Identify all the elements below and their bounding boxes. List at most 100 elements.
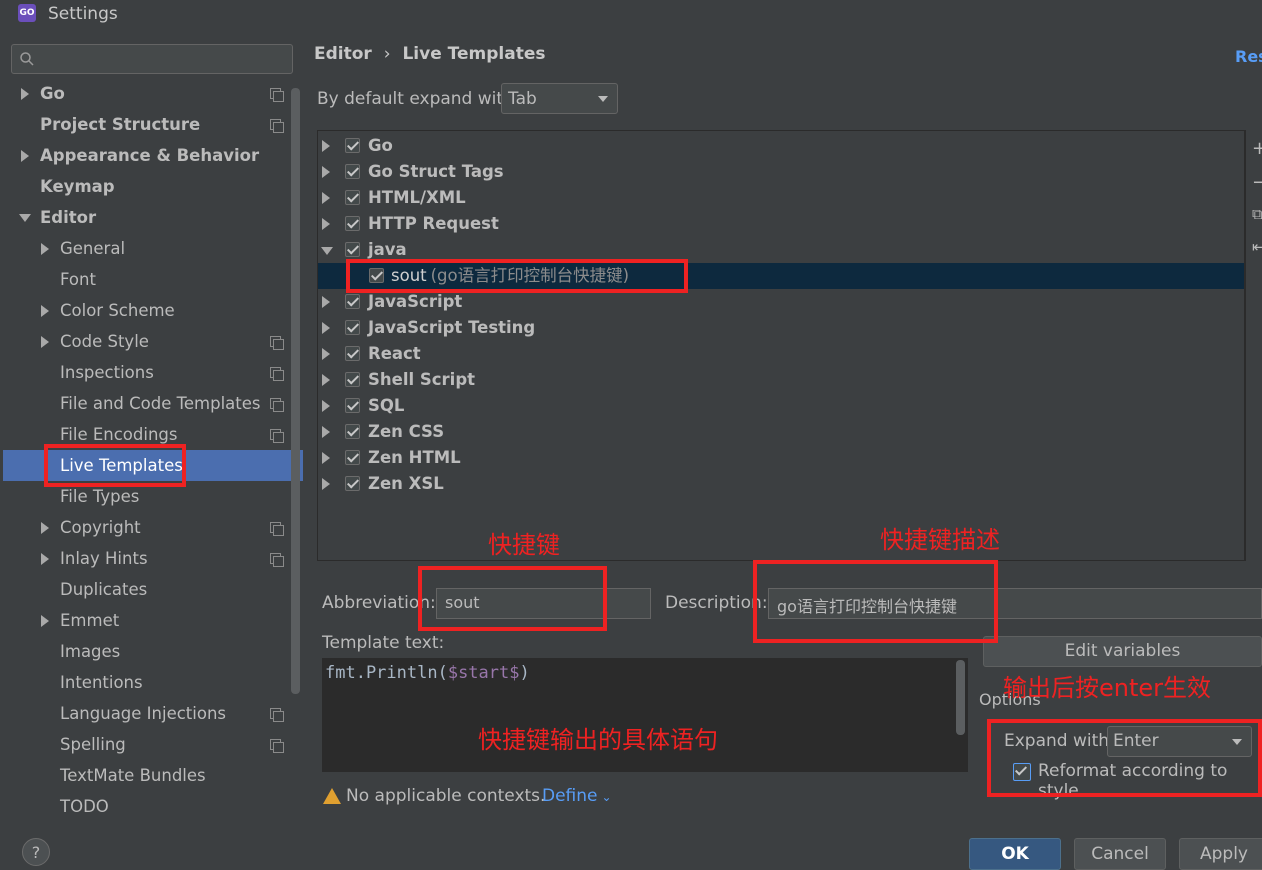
chevron-right-icon[interactable]: [41, 522, 49, 534]
apply-button[interactable]: Apply: [1179, 838, 1262, 870]
sidebar-item[interactable]: General: [60, 233, 125, 264]
chevron-right-icon[interactable]: [322, 478, 330, 490]
sidebar-item[interactable]: Font: [60, 264, 96, 295]
help-button[interactable]: ?: [22, 838, 50, 866]
sidebar-scrollbar[interactable]: [291, 88, 300, 694]
sidebar-item-label: File and Code Templates: [60, 394, 261, 413]
group-checkbox[interactable]: [345, 164, 360, 179]
group-checkbox[interactable]: [345, 450, 360, 465]
sidebar-item[interactable]: Go: [40, 78, 65, 109]
group-checkbox[interactable]: [345, 476, 360, 491]
search-input[interactable]: [11, 44, 293, 74]
sidebar-item-label: TextMate Bundles: [60, 766, 206, 785]
group-checkbox[interactable]: [345, 346, 360, 361]
template-group-row[interactable]: HTML/XML: [368, 185, 466, 211]
sidebar-item-label: Project Structure: [40, 115, 201, 134]
sidebar-item[interactable]: Inlay Hints: [60, 543, 148, 574]
chevron-down-icon[interactable]: [321, 247, 333, 255]
group-checkbox[interactable]: [345, 372, 360, 387]
sidebar-item[interactable]: Keymap: [40, 171, 115, 202]
template-group-row[interactable]: Zen CSS: [368, 419, 444, 445]
sidebar-item-label: General: [60, 239, 126, 258]
warning-icon: [323, 788, 341, 804]
chevron-right-icon[interactable]: [21, 88, 29, 100]
sidebar-item[interactable]: Appearance & Behavior: [40, 140, 259, 171]
annotation-shortcut-desc: 快捷键描述: [880, 526, 1000, 554]
sidebar-item[interactable]: Copyright: [60, 512, 141, 543]
template-group-label: Go: [368, 136, 393, 155]
chevron-right-icon[interactable]: [322, 166, 330, 178]
sidebar-item[interactable]: Language Injections: [60, 698, 226, 729]
project-scope-icon: [270, 739, 284, 753]
remove-icon[interactable]: −: [1252, 172, 1262, 193]
sidebar-item[interactable]: Code Style: [60, 326, 149, 357]
edit-variables-button[interactable]: Edit variables: [983, 636, 1262, 667]
template-group-row[interactable]: Shell Script: [368, 367, 475, 393]
chevron-down-icon[interactable]: [19, 214, 31, 222]
template-group-row[interactable]: React: [368, 341, 421, 367]
sidebar-item[interactable]: Color Scheme: [60, 295, 175, 326]
ok-button[interactable]: OK: [969, 838, 1061, 870]
chevron-right-icon[interactable]: [322, 192, 330, 204]
highlight-live-templates: [44, 444, 186, 487]
sidebar-item[interactable]: Duplicates: [60, 574, 147, 605]
chevron-right-icon[interactable]: [41, 305, 49, 317]
sidebar-item[interactable]: File and Code Templates: [60, 388, 261, 419]
sidebar-item-label: Language Injections: [60, 704, 227, 723]
group-checkbox[interactable]: [345, 320, 360, 335]
group-checkbox[interactable]: [345, 216, 360, 231]
sidebar-item-label: Intentions: [60, 673, 143, 692]
sidebar-item[interactable]: Intentions: [60, 667, 143, 698]
add-icon[interactable]: +: [1252, 138, 1262, 159]
sidebar-item[interactable]: Emmet: [60, 605, 119, 636]
sidebar-item[interactable]: Spelling: [60, 729, 126, 760]
sidebar-item[interactable]: Inspections: [60, 357, 154, 388]
chevron-right-icon[interactable]: [21, 150, 29, 162]
sidebar-item-label: Spelling: [60, 735, 126, 754]
chevron-right-icon[interactable]: [322, 296, 330, 308]
code-text: ): [519, 663, 530, 683]
template-group-label: HTML/XML: [368, 188, 466, 207]
group-checkbox[interactable]: [345, 190, 360, 205]
breadcrumb-parent[interactable]: Editor: [314, 44, 372, 64]
sidebar-item[interactable]: Editor: [40, 202, 96, 233]
group-checkbox[interactable]: [345, 138, 360, 153]
reset-link[interactable]: Res: [1235, 47, 1262, 66]
template-group-row[interactable]: Go Struct Tags: [368, 159, 504, 185]
chevron-right-icon[interactable]: [41, 243, 49, 255]
template-group-row[interactable]: SQL: [368, 393, 404, 419]
chevron-right-icon[interactable]: [322, 218, 330, 230]
sidebar-item[interactable]: TODO: [60, 791, 109, 822]
template-group-row[interactable]: Zen XSL: [368, 471, 444, 497]
chevron-right-icon[interactable]: [322, 140, 330, 152]
group-checkbox[interactable]: [345, 424, 360, 439]
chevron-right-icon[interactable]: [322, 426, 330, 438]
template-group-row[interactable]: Zen HTML: [368, 445, 461, 471]
group-checkbox[interactable]: [345, 242, 360, 257]
template-group-row[interactable]: HTTP Request: [368, 211, 499, 237]
chevron-right-icon[interactable]: [322, 452, 330, 464]
sidebar-item[interactable]: Images: [60, 636, 120, 667]
copy-icon[interactable]: ⧉: [1252, 205, 1262, 223]
template-group-row[interactable]: Go: [368, 133, 393, 159]
chevron-right-icon[interactable]: [41, 336, 49, 348]
define-link[interactable]: Define ⌄: [542, 786, 612, 806]
template-group-row[interactable]: JavaScript Testing: [368, 315, 535, 341]
group-checkbox[interactable]: [345, 398, 360, 413]
template-scrollbar[interactable]: [956, 660, 965, 735]
sidebar-item[interactable]: TextMate Bundles: [60, 760, 206, 791]
warning-text: No applicable contexts.: [346, 786, 546, 806]
chevron-right-icon[interactable]: [322, 400, 330, 412]
cancel-button[interactable]: Cancel: [1074, 838, 1166, 870]
chevron-right-icon[interactable]: [41, 615, 49, 627]
sidebar-item[interactable]: Project Structure: [40, 109, 200, 140]
group-checkbox[interactable]: [345, 294, 360, 309]
restore-icon[interactable]: ⇤: [1252, 238, 1262, 256]
chevron-right-icon[interactable]: [322, 374, 330, 386]
project-scope-icon: [270, 336, 284, 350]
app-icon: GO: [18, 4, 36, 22]
chevron-right-icon[interactable]: [41, 553, 49, 565]
chevron-right-icon[interactable]: [322, 322, 330, 334]
template-group-label: React: [368, 344, 421, 363]
chevron-right-icon[interactable]: [322, 348, 330, 360]
